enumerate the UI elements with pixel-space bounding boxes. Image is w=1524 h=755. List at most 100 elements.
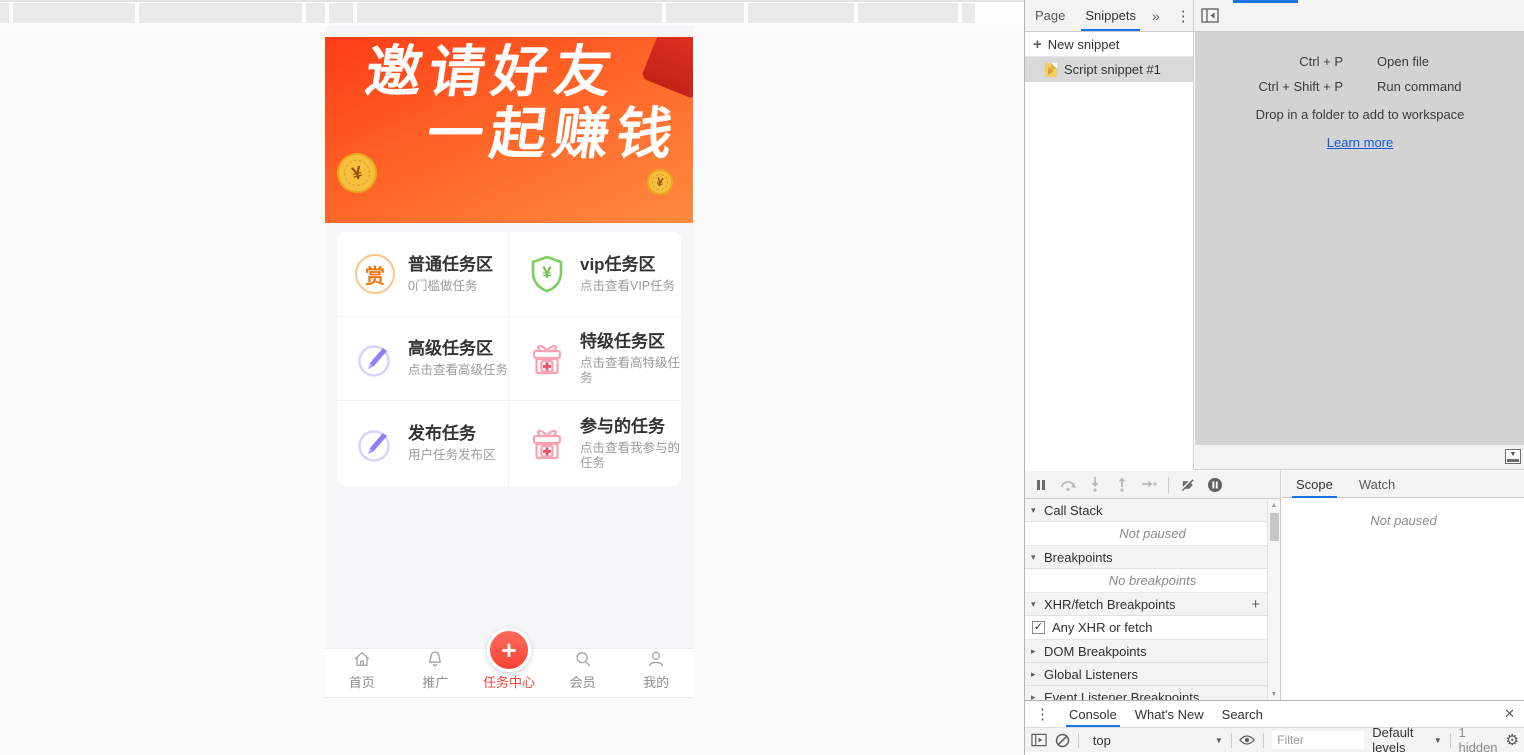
debugger-scrollbar[interactable]: ▲ ▼ [1267, 500, 1280, 700]
caret-down-icon: ▾ [1031, 552, 1044, 563]
tab-label: 会员 [570, 672, 596, 691]
menu-subtitle: 点击查看高级任务 [408, 363, 508, 378]
expand-drawer-icon[interactable]: ▼ [1505, 449, 1521, 464]
menu-item-joined-tasks[interactable]: 参与的任务 点击查看我参与的任务 [509, 400, 681, 486]
mobile-page: 邀请好友 一起赚钱 ¥ ¥ 赏 普通任务区 0门槛做任务 ¥ [325, 26, 693, 698]
drawer-menu-icon[interactable]: ⋮ [1025, 705, 1060, 723]
overflow-menu-icon[interactable]: ⋮ [1168, 7, 1199, 25]
browser-page-area: 邀请好友 一起赚钱 ¥ ¥ 赏 普通任务区 0门槛做任务 ¥ [0, 0, 1024, 755]
tab-member[interactable]: 会员 [546, 649, 620, 697]
scope-empty-text: Not paused [1282, 498, 1524, 528]
section-global-listeners[interactable]: ▸ Global Listeners [1025, 663, 1280, 686]
console-filter-input[interactable] [1272, 731, 1364, 749]
menu-item-advanced-tasks[interactable]: 高级任务区 点击查看高级任务 [337, 316, 509, 400]
task-menu-card: 赏 普通任务区 0门槛做任务 ¥ vip任务区 点击查看VIP任务 [337, 232, 681, 486]
shield-yen-icon: ¥ [527, 254, 567, 294]
menu-title: vip任务区 [580, 255, 675, 275]
tab-mine[interactable]: 我的 [619, 649, 693, 697]
context-selector[interactable]: top ▼ [1087, 733, 1223, 748]
checkbox-checked-icon[interactable]: ✓ [1032, 621, 1045, 634]
coin-icon: ¥ [333, 149, 381, 197]
step-over-icon[interactable] [1060, 477, 1076, 493]
tab-watch[interactable]: Watch [1359, 471, 1395, 498]
sources-top-bar: Page Snippets » ⋮ [1025, 0, 1524, 32]
new-snippet-button[interactable]: + New snippet [1025, 32, 1193, 57]
tab-snippets[interactable]: Snippets [1075, 0, 1146, 31]
section-xhr-breakpoints[interactable]: ▾ XHR/fetch Breakpoints + [1025, 593, 1280, 616]
user-icon [645, 649, 667, 669]
xhr-any-row[interactable]: ✓ Any XHR or fetch [1025, 616, 1280, 640]
section-event-listener-breakpoints[interactable]: ▸ Event Listener Breakpoints [1025, 686, 1280, 700]
clear-console-icon[interactable] [1055, 732, 1070, 748]
hidden-messages-count: 1 hidden [1458, 725, 1497, 755]
plus-icon: + [1033, 36, 1042, 53]
step-icon[interactable] [1141, 477, 1157, 493]
more-tabs-icon[interactable]: » [1146, 8, 1166, 24]
home-icon [351, 649, 373, 669]
tab-console[interactable]: Console [1060, 701, 1126, 727]
section-dom-breakpoints[interactable]: ▸ DOM Breakpoints [1025, 640, 1280, 663]
console-tab-bar: ⋮ Console What's New Search ✕ [1025, 701, 1524, 727]
search-icon [572, 649, 594, 669]
snippet-list-item[interactable]: Script snippet #1 [1025, 57, 1193, 82]
menu-title: 参与的任务 [580, 417, 680, 437]
browser-tab-placeholder[interactable] [962, 3, 975, 23]
deactivate-breakpoints-icon[interactable] [1180, 477, 1196, 493]
hide-navigator-icon[interactable] [1201, 8, 1219, 23]
browser-tab-strip [0, 0, 1024, 25]
close-drawer-icon[interactable]: ✕ [1494, 706, 1524, 722]
browser-tab-placeholder[interactable] [13, 3, 135, 23]
filter-bar-divider [1231, 733, 1232, 748]
browser-tab-placeholder[interactable] [306, 3, 325, 23]
learn-more-link[interactable]: Learn more [1327, 135, 1393, 150]
plus-fab-icon[interactable]: + [487, 628, 531, 672]
scroll-up-icon[interactable]: ▲ [1268, 502, 1280, 509]
scrollbar-thumb[interactable] [1270, 513, 1279, 541]
browser-tab-placeholder[interactable] [0, 3, 9, 23]
menu-item-special-tasks[interactable]: 特级任务区 点击查看高特级任务 [509, 316, 681, 400]
browser-tab-placeholder[interactable] [666, 3, 744, 23]
menu-item-publish-task[interactable]: 发布任务 用户任务发布区 [337, 400, 509, 486]
scope-watch-panel: Scope Watch Not paused [1282, 471, 1524, 700]
browser-tab-placeholder[interactable] [139, 3, 302, 23]
tab-search[interactable]: Search [1213, 701, 1272, 727]
browser-tab-placeholder[interactable] [858, 3, 958, 23]
caret-right-icon: ▸ [1031, 669, 1044, 680]
filter-bar-divider [1450, 733, 1451, 748]
step-out-icon[interactable] [1114, 477, 1130, 493]
invite-banner[interactable]: 邀请好友 一起赚钱 ¥ ¥ [325, 37, 693, 223]
menu-subtitle: 点击查看VIP任务 [580, 279, 675, 294]
console-sidebar-icon[interactable] [1031, 732, 1047, 748]
bell-icon [424, 649, 446, 669]
pause-script-icon[interactable] [1033, 477, 1049, 493]
eye-icon[interactable] [1239, 732, 1255, 748]
browser-tab-placeholder[interactable] [329, 3, 353, 23]
pencil-icon [355, 424, 395, 464]
tab-task-center[interactable]: + 任务中心 [472, 649, 546, 697]
breakpoints-empty-text: No breakpoints [1025, 569, 1280, 593]
log-levels-selector[interactable]: Default levels ▼ [1372, 725, 1442, 755]
pause-on-exceptions-icon[interactable] [1207, 477, 1223, 493]
menu-title: 发布任务 [408, 424, 496, 444]
tab-page[interactable]: Page [1025, 0, 1075, 31]
browser-tab-placeholder[interactable] [748, 3, 854, 23]
chevron-down-icon: ▼ [1434, 736, 1442, 745]
tab-whats-new[interactable]: What's New [1126, 701, 1213, 727]
console-settings-gear-icon[interactable]: ⚙ [1506, 731, 1519, 749]
scroll-down-icon[interactable]: ▼ [1268, 691, 1280, 698]
section-call-stack[interactable]: ▾ Call Stack [1025, 499, 1280, 522]
menu-subtitle: 0门槛做任务 [408, 279, 493, 294]
add-xhr-breakpoint-icon[interactable]: + [1251, 596, 1260, 613]
console-filter-bar: top ▼ Default levels ▼ 1 hidden ⚙ [1025, 727, 1524, 752]
menu-item-vip-tasks[interactable]: ¥ vip任务区 点击查看VIP任务 [509, 232, 681, 316]
browser-tab-placeholder[interactable] [357, 3, 662, 23]
editor-status-bar: ▼ [1195, 445, 1524, 470]
section-breakpoints[interactable]: ▾ Breakpoints [1025, 546, 1280, 569]
tab-home[interactable]: 首页 [325, 649, 399, 697]
step-into-icon[interactable] [1087, 477, 1103, 493]
editor-tab-active-indicator[interactable] [1233, 0, 1298, 3]
menu-item-normal-tasks[interactable]: 赏 普通任务区 0门槛做任务 [337, 232, 509, 316]
banner-title-line2: 一起赚钱 [422, 89, 685, 170]
tab-promote[interactable]: 推广 [399, 649, 473, 697]
tab-scope[interactable]: Scope [1296, 471, 1333, 498]
